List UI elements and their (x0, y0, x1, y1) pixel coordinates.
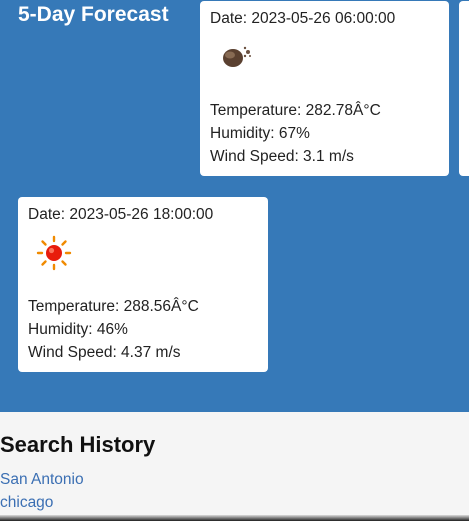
humidity-text: Humidity: 46% (28, 321, 128, 338)
weather-dashboard: 5-Day Forecast Date: 2023-05-26 06:00:00… (0, 0, 469, 521)
forecast-panel: 5-Day Forecast Date: 2023-05-26 06:00:00… (0, 0, 469, 412)
history-item-san-antonio[interactable]: San Antonio (0, 468, 84, 491)
forecast-card: Date: 2023-05-26 06:00:00 Temperature: 2… (200, 1, 449, 176)
forecast-date: Date: 2023-05-26 06:00:00 (210, 10, 396, 27)
window-bottom-edge (0, 515, 469, 521)
clear-sky-sun-icon (36, 235, 72, 271)
wind-speed-text: Wind Speed: 3.1 m/s (210, 148, 354, 165)
search-history-title: Search History (0, 432, 156, 457)
forecast-date: Date: 2023-05-26 18:00:00 (28, 206, 214, 223)
history-item-chicago[interactable]: chicago (0, 491, 84, 514)
history-list-item: San Antonio (0, 468, 84, 491)
temperature-text: Temperature: 282.78Â°C (210, 102, 381, 119)
temperature-text: Temperature: 288.56Â°C (28, 298, 199, 315)
history-list-item: chicago (0, 491, 84, 514)
forecast-card-partial (459, 1, 469, 176)
wind-speed-text: Wind Speed: 4.37 m/s (28, 344, 181, 361)
humidity-text: Humidity: 67% (210, 125, 310, 142)
forecast-title: 5-Day Forecast (18, 3, 169, 26)
overcast-clouds-icon (223, 46, 251, 67)
search-history-list: San Antonio chicago (0, 468, 84, 514)
forecast-card: Date: 2023-05-26 18:00:00 Temperature: 2… (18, 197, 268, 372)
